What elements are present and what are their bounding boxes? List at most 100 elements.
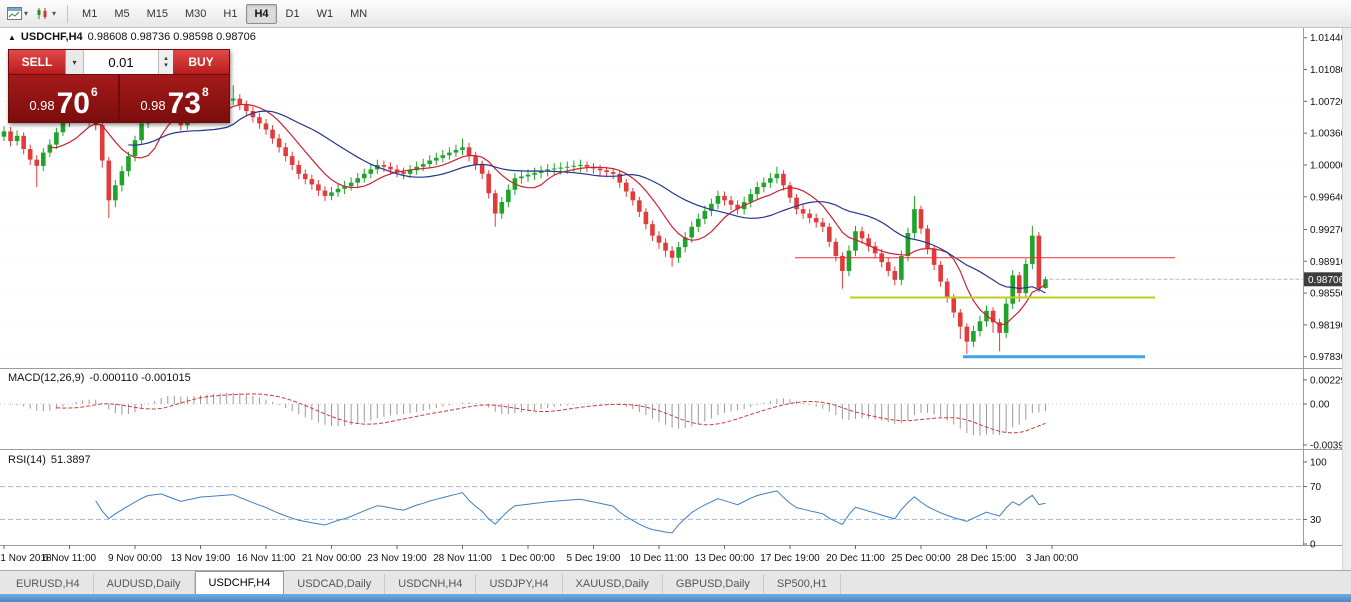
rsi-name: RSI(14): [8, 454, 46, 466]
timeframe-button-w1[interactable]: W1: [309, 4, 342, 24]
moving-average-20: [128, 111, 1045, 293]
svg-text:1.00000: 1.00000: [1310, 160, 1343, 171]
one-click-trading-panel: SELL ▾ 0.01 ▴▾ BUY 0.98706 0.98738: [8, 49, 230, 123]
svg-text:5 Dec 19:00: 5 Dec 19:00: [567, 553, 621, 564]
timeframe-button-d1[interactable]: D1: [278, 4, 308, 24]
sell-price-pip: 6: [91, 85, 98, 99]
new-chart-icon: [7, 7, 22, 20]
volume-dropdown[interactable]: ▾: [65, 50, 84, 74]
timeframe-button-h1[interactable]: H1: [215, 4, 245, 24]
svg-text:0.98190: 0.98190: [1310, 320, 1343, 331]
svg-text:0.99640: 0.99640: [1310, 192, 1343, 203]
moving-average-8: [50, 104, 1046, 325]
svg-text:100: 100: [1310, 458, 1327, 469]
timeframe-buttons: M1M5M15M30H1H4D1W1MN: [74, 4, 376, 24]
chart-title: ▲ USDCHF,H4 0.98608 0.98736 0.98598 0.98…: [8, 31, 256, 43]
buy-button[interactable]: BUY: [173, 50, 229, 74]
svg-text:1.01440: 1.01440: [1310, 33, 1343, 44]
svg-text:1.01080: 1.01080: [1310, 65, 1343, 76]
svg-text:28 Dec 15:00: 28 Dec 15:00: [957, 553, 1017, 564]
chart-tab-xauusd[interactable]: XAUUSD,Daily: [563, 574, 663, 594]
chart-area[interactable]: 1.01440 1.01080 1.00720 1.00360 1.00000 0.996…: [0, 28, 1343, 570]
macd-name: MACD(12,26,9): [8, 372, 84, 384]
svg-text:17 Dec 19:00: 17 Dec 19:00: [760, 553, 820, 564]
svg-text:20 Dec 11:00: 20 Dec 11:00: [826, 553, 885, 564]
svg-text:0.97830: 0.97830: [1310, 352, 1343, 363]
sell-price-big: 70: [57, 91, 90, 117]
toolbar: ▾ ▾ M1M5M15M30H1H4D1W1MN: [0, 0, 1351, 28]
chart-tab-eurusd[interactable]: EURUSD,H4: [3, 574, 94, 594]
chart-tab-usdcnh[interactable]: USDCNH,H4: [385, 574, 476, 594]
chart-tab-usdcad[interactable]: USDCAD,Daily: [284, 574, 385, 594]
macd-values: -0.000110 -0.001015: [89, 372, 190, 384]
timeframe-button-m30[interactable]: M30: [177, 4, 214, 24]
svg-text:0.99270: 0.99270: [1310, 225, 1343, 236]
volume-input[interactable]: 0.01: [84, 50, 158, 74]
chevron-down-icon: ▾: [72, 58, 76, 67]
timeframe-button-m5[interactable]: M5: [106, 4, 137, 24]
chart-tab-gbpusd[interactable]: GBPUSD,Daily: [663, 574, 764, 594]
timeframe-button-h4[interactable]: H4: [246, 4, 276, 24]
chart-tabs: EURUSD,H4AUDUSD,DailyUSDCHF,H4USDCAD,Dai…: [3, 571, 841, 594]
buy-price[interactable]: 0.98738: [120, 75, 229, 122]
svg-text:0.00: 0.00: [1310, 400, 1330, 411]
rsi-line: [96, 491, 1046, 533]
chart-type-icon: [36, 7, 50, 20]
chart-tab-usdjpy[interactable]: USDJPY,H4: [476, 574, 562, 594]
buy-price-big: 73: [168, 91, 201, 117]
sell-price[interactable]: 0.98706: [9, 75, 118, 122]
svg-text:0.002297: 0.002297: [1310, 375, 1343, 386]
chart-tab-sp500[interactable]: SP500,H1: [764, 574, 841, 594]
macd-label: MACD(12,26,9) -0.000110 -0.001015: [8, 372, 191, 384]
svg-text:23 Nov 19:00: 23 Nov 19:00: [367, 553, 427, 564]
svg-text:70: 70: [1310, 482, 1322, 493]
toolbar-separator: [67, 5, 68, 23]
chevron-down-icon: ▾: [24, 9, 28, 18]
svg-text:9 Nov 00:00: 9 Nov 00:00: [108, 553, 162, 564]
symbol-timeframe-label: USDCHF,H4: [21, 31, 83, 43]
svg-text:0: 0: [1310, 540, 1316, 551]
timeframe-button-m15[interactable]: M15: [139, 4, 176, 24]
svg-text:28 Nov 11:00: 28 Nov 11:00: [433, 553, 492, 564]
new-chart-button[interactable]: ▾: [4, 5, 31, 22]
buy-price-prefix: 0.98: [140, 98, 165, 113]
svg-text:16 Nov 11:00: 16 Nov 11:00: [237, 553, 296, 564]
macd-layer: [0, 393, 1303, 436]
svg-text:30: 30: [1310, 515, 1322, 526]
svg-text:-0.003904: -0.003904: [1310, 440, 1343, 451]
rsi-value: 51.3897: [51, 454, 91, 466]
sell-button[interactable]: SELL: [9, 50, 65, 74]
timeframe-button-mn[interactable]: MN: [342, 4, 375, 24]
window-border: [0, 594, 1351, 602]
chevron-down-icon: ▾: [52, 9, 56, 18]
svg-text:0.98550: 0.98550: [1310, 289, 1343, 300]
svg-text:0.98706: 0.98706: [1308, 275, 1343, 286]
svg-text:6 Nov 11:00: 6 Nov 11:00: [43, 553, 97, 564]
chart-type-button[interactable]: ▾: [33, 5, 59, 22]
svg-text:1.00360: 1.00360: [1310, 129, 1343, 140]
buy-price-pip: 8: [202, 85, 209, 99]
svg-text:1.00720: 1.00720: [1310, 97, 1343, 108]
rsi-layer: [0, 487, 1303, 533]
chart-tab-audusd[interactable]: AUDUSD,Daily: [94, 574, 195, 594]
symbol-marker-icon: ▲: [8, 33, 16, 42]
stepper-down-icon: ▾: [164, 62, 168, 69]
volume-stepper[interactable]: ▴▾: [158, 50, 173, 74]
svg-text:25 Dec 00:00: 25 Dec 00:00: [891, 553, 951, 564]
timeframe-button-m1[interactable]: M1: [74, 4, 105, 24]
chart-tab-usdchf[interactable]: USDCHF,H4: [195, 571, 285, 594]
rsi-label: RSI(14) 51.3897: [8, 454, 91, 466]
svg-text:0.98910: 0.98910: [1310, 257, 1343, 268]
svg-text:10 Dec 11:00: 10 Dec 11:00: [630, 553, 689, 564]
svg-text:3 Jan 00:00: 3 Jan 00:00: [1026, 553, 1079, 564]
mt4-window: ▾ ▾ M1M5M15M30H1H4D1W1MN 1.014401.010801…: [0, 0, 1351, 602]
sell-price-prefix: 0.98: [29, 98, 54, 113]
svg-text:13 Nov 19:00: 13 Nov 19:00: [171, 553, 231, 564]
stepper-up-icon: ▴: [164, 55, 168, 62]
chart-tabs-bar: EURUSD,H4AUDUSD,DailyUSDCHF,H4USDCAD,Dai…: [0, 570, 1351, 594]
candles-layer: [2, 85, 1303, 356]
vertical-scrollbar[interactable]: [1342, 28, 1351, 570]
macd-signal-line: [56, 394, 1045, 433]
ohlc-values: 0.98608 0.98736 0.98598 0.98706: [88, 31, 256, 43]
svg-text:13 Dec 00:00: 13 Dec 00:00: [695, 553, 755, 564]
